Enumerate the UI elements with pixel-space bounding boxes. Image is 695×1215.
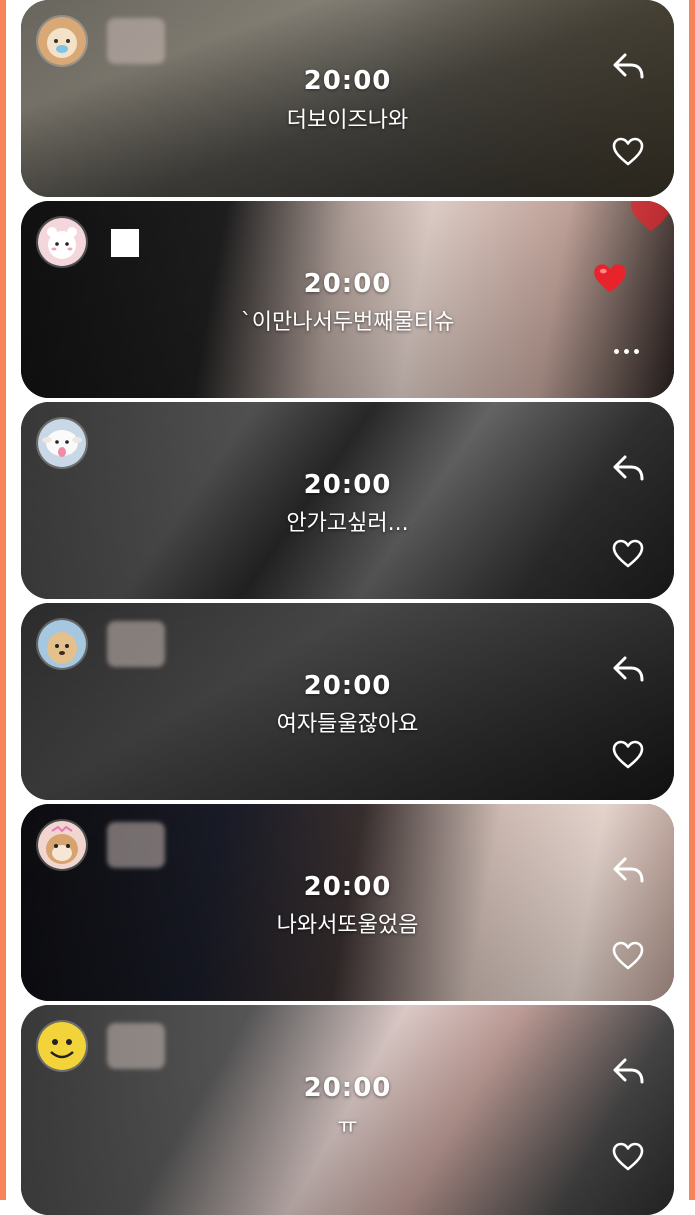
post-caption: 더보이즈나와 xyxy=(286,108,409,133)
post-time: 20:00 xyxy=(303,269,392,299)
post-time: 20:00 xyxy=(303,872,392,902)
post-card[interactable]: 20:00 안가고싶러... xyxy=(21,402,674,599)
sheep-avatar-icon[interactable] xyxy=(36,417,88,469)
reply-icon[interactable] xyxy=(610,48,646,84)
post-caption: 나와서또울었음 xyxy=(276,913,419,938)
reply-icon[interactable] xyxy=(610,1053,646,1089)
hamster-avatar-icon[interactable] xyxy=(36,819,88,871)
username-blurred xyxy=(107,621,165,667)
username-blurred xyxy=(107,1023,165,1069)
post-time: 20:00 xyxy=(303,66,392,96)
dog-avatar-icon[interactable] xyxy=(36,618,88,670)
heart-outline-icon[interactable] xyxy=(610,134,646,170)
post-time: 20:00 xyxy=(303,470,392,500)
post-card[interactable]: 20:00 나와서또울었음 xyxy=(21,804,674,1001)
bear-avatar-icon[interactable] xyxy=(36,216,88,268)
heart-decoration-icon xyxy=(630,201,672,232)
reply-icon[interactable] xyxy=(610,852,646,888)
post-card[interactable]: 20:00 더보이즈나와 xyxy=(21,0,674,197)
more-icon[interactable] xyxy=(606,341,646,361)
post-caption: 안가고싶러... xyxy=(286,511,409,536)
puppy-avatar-icon[interactable] xyxy=(36,15,88,67)
post-card[interactable]: 20:00 `이만나서두번째물티슈 xyxy=(21,201,674,398)
post-card[interactable]: 20:00 ㅠ xyxy=(21,1005,674,1215)
heart-outline-icon[interactable] xyxy=(610,1139,646,1175)
heart-outline-icon[interactable] xyxy=(610,737,646,773)
heart-outline-icon[interactable] xyxy=(610,536,646,572)
post-caption: `이만나서두번째물티슈 xyxy=(240,310,455,335)
username-blurred xyxy=(107,822,165,868)
post-caption: ㅠ xyxy=(337,1114,358,1139)
feed: 20:00 더보이즈나와 20:00 `이만나서두번째물티슈 20:00 안가고… xyxy=(0,0,695,1215)
post-card[interactable]: 20:00 여자들울잖아요 xyxy=(21,603,674,800)
post-caption: 여자들울잖아요 xyxy=(276,712,419,737)
heart-filled-icon[interactable] xyxy=(592,261,628,297)
post-time: 20:00 xyxy=(303,671,392,701)
smiley-avatar-icon[interactable] xyxy=(36,1020,88,1072)
post-time: 20:00 xyxy=(303,1073,392,1103)
username-placeholder xyxy=(111,229,139,257)
reply-icon[interactable] xyxy=(610,450,646,486)
username-blurred xyxy=(107,18,165,64)
reply-icon[interactable] xyxy=(610,651,646,687)
heart-outline-icon[interactable] xyxy=(610,938,646,974)
